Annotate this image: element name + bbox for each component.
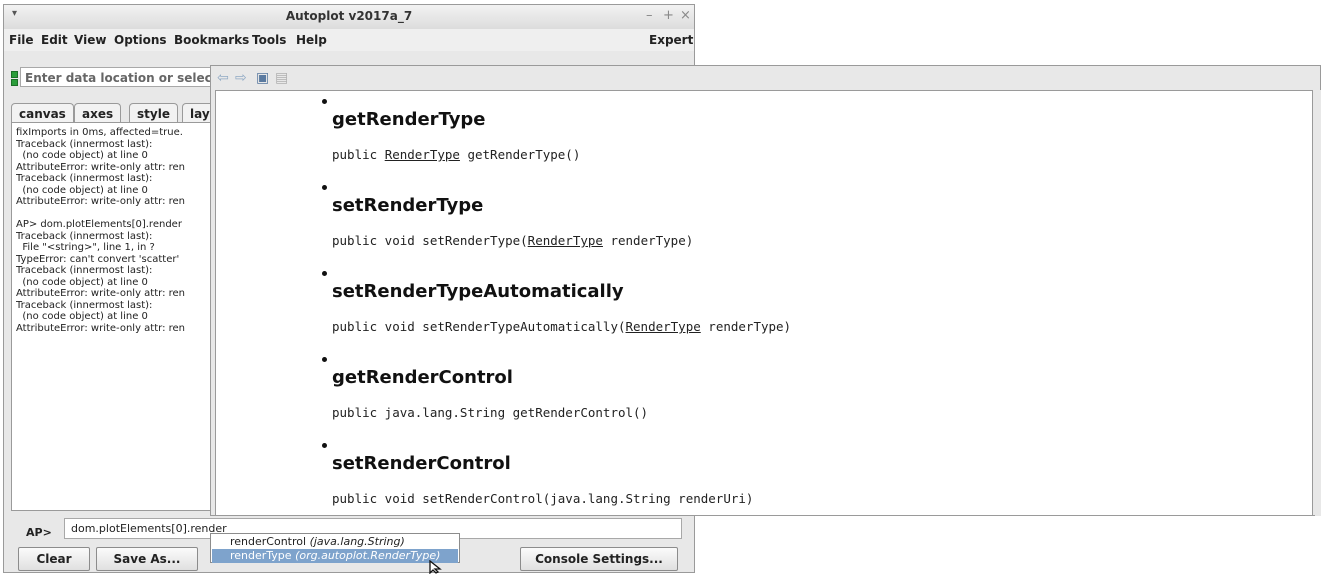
back-arrow-icon[interactable]: ⇦ [217, 70, 229, 86]
log-line: fixImports in 0ms, affected=true. [16, 127, 183, 138]
signature-text: public void setRenderTypeAutomatically( [332, 319, 626, 334]
signature-text: renderType) [602, 233, 694, 248]
completion-list: renderControl (java.lang.String) renderT… [210, 533, 460, 563]
completion-type: (org.autoplot.RenderType) [295, 549, 441, 562]
method-signature: public RenderType getRenderType() [332, 147, 580, 162]
menu-edit[interactable]: Edit [41, 33, 68, 47]
log-line: (no code object) at line 0 [16, 311, 148, 322]
close-button[interactable]: × [680, 8, 691, 23]
javadoc-scrollbar[interactable] [1315, 90, 1321, 516]
type-link[interactable]: RenderType [626, 319, 701, 334]
javadoc-content: getRenderType public RenderType getRender… [215, 90, 1313, 516]
forward-arrow-icon[interactable]: ⇨ [235, 70, 247, 86]
tab-style[interactable]: style [129, 103, 178, 123]
window-title: Autoplot v2017a_7 [285, 9, 413, 23]
signature-text: public [332, 147, 385, 162]
signature-text: public void setRenderType( [332, 233, 528, 248]
title-bar: ▾ Autoplot v2017a_7 – + × [4, 5, 694, 30]
bullet-icon [322, 99, 327, 104]
completion-name: renderControl [230, 535, 307, 548]
javadoc-popup: ⇦ ⇨ ▣ ▤ getRenderType public RenderType g… [210, 65, 1321, 516]
save-as-button[interactable]: Save As... [96, 547, 198, 571]
datasource-icon [11, 71, 18, 86]
method-signature: public void setRenderTypeAutomatically(R… [332, 319, 791, 334]
menu-tools[interactable]: Tools [252, 33, 286, 47]
bullet-icon [322, 271, 327, 276]
prompt-label: AP> [26, 526, 52, 539]
bullet-icon [322, 443, 327, 448]
menu-expert[interactable]: Expert [649, 33, 693, 47]
data-location-placeholder: Enter data location or selec [25, 71, 212, 85]
mouse-pointer-icon [429, 560, 442, 574]
log-line: Traceback (innermost last): [16, 299, 153, 311]
minimize-button[interactable]: – [646, 8, 653, 23]
open-browser-icon[interactable]: ▣ [256, 70, 269, 86]
tab-canvas[interactable]: canvas [11, 103, 74, 123]
console-settings-button[interactable]: Console Settings... [520, 547, 678, 571]
console-log: fixImports in 0ms, affected=true. Traceba… [16, 127, 216, 334]
menu-view[interactable]: View [74, 33, 106, 47]
log-line: AttributeError: write-only attr: ren [16, 288, 186, 299]
menu-help[interactable]: Help [296, 33, 327, 47]
log-line: Traceback (innermost last): [16, 173, 153, 184]
log-line: TypeError: can't convert 'scatter' [16, 253, 180, 265]
menu-file[interactable]: File [9, 33, 34, 47]
maximize-button[interactable]: + [663, 8, 674, 23]
method-signature: public void setRenderType(RenderType ren… [332, 233, 693, 248]
completion-item[interactable]: renderControl (java.lang.String) [212, 535, 458, 549]
menu-options[interactable]: Options [114, 33, 167, 47]
method-name: setRenderTypeAutomatically [332, 281, 624, 302]
log-line: AttributeError: write-only attr: ren [16, 322, 186, 334]
tab-axes[interactable]: axes [74, 103, 122, 123]
copy-icon[interactable]: ▤ [275, 70, 288, 86]
log-line: (no code object) at line 0 [16, 150, 148, 161]
log-line: Traceback (innermost last): [16, 138, 153, 150]
completion-item-selected[interactable]: renderType (org.autoplot.RenderType) [212, 549, 458, 563]
log-line: AttributeError: write-only attr: ren [16, 161, 186, 173]
method-signature: public java.lang.String getRenderControl… [332, 405, 648, 420]
signature-text: public java.lang.String getRenderControl… [332, 405, 649, 420]
log-line: File "<string>", line 1, in ? [16, 242, 155, 253]
completion-name: renderType [230, 549, 292, 562]
log-line: AP> dom.plotElements[0].render [16, 219, 182, 230]
bullet-icon [322, 357, 327, 362]
method-name: setRenderControl [332, 453, 511, 474]
signature-text: getRenderType() [459, 147, 581, 162]
menu-bookmarks[interactable]: Bookmarks [174, 33, 249, 47]
signature-text: public void setRenderControl(java.lang.S… [332, 491, 754, 506]
menu-bar: File Edit View Options Bookmarks Tools H… [4, 29, 694, 51]
bullet-icon [322, 185, 327, 190]
log-line: (no code object) at line 0 [16, 184, 148, 196]
type-link[interactable]: RenderType [385, 147, 460, 162]
completion-type: (java.lang.String) [309, 535, 405, 548]
method-name: setRenderType [332, 195, 484, 216]
javadoc-toolbar: ⇦ ⇨ ▣ ▤ [211, 66, 1320, 90]
method-name: getRenderControl [332, 367, 513, 388]
type-link[interactable]: RenderType [528, 233, 603, 248]
log-line: Traceback (innermost last): [16, 265, 153, 276]
clear-button[interactable]: Clear [18, 547, 90, 571]
signature-text: renderType) [700, 319, 792, 334]
method-signature: public void setRenderControl(java.lang.S… [332, 491, 753, 506]
log-line: Traceback (innermost last): [16, 230, 153, 242]
method-name: getRenderType [332, 109, 486, 130]
log-line: AttributeError: write-only attr: ren [16, 196, 186, 207]
log-line: (no code object) at line 0 [16, 276, 148, 288]
